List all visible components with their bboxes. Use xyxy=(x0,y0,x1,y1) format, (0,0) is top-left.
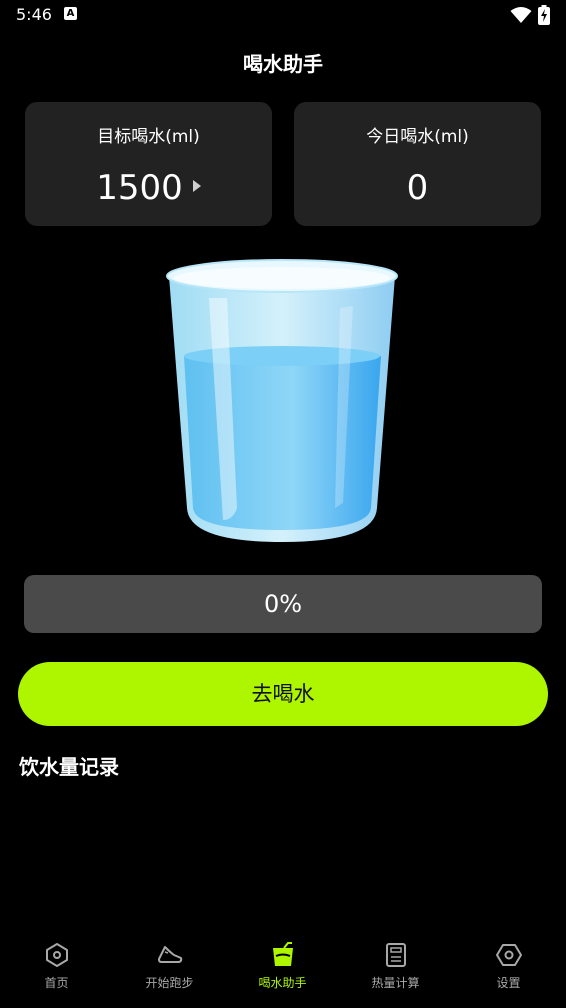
shoe-icon xyxy=(158,946,183,963)
water-glass-icon xyxy=(165,258,400,548)
status-time: 5:46 xyxy=(16,5,52,24)
nav-label-calories: 热量计算 xyxy=(371,976,420,990)
today-water-value-row: 0 xyxy=(294,166,541,210)
today-water-value: 0 xyxy=(406,168,429,208)
nav-item-calories[interactable]: 热量计算 xyxy=(339,930,452,1008)
a-icon: A xyxy=(64,7,77,20)
nav-label-run: 开始跑步 xyxy=(145,976,194,990)
cup-icon xyxy=(273,942,293,966)
drink-water-button[interactable]: 去喝水 xyxy=(18,662,548,726)
today-water-label: 今日喝水(ml) xyxy=(366,127,469,147)
today-water-card: 今日喝水(ml) 0 xyxy=(294,102,541,226)
calculator-icon xyxy=(386,943,406,967)
progress-bar: 0% xyxy=(24,575,542,633)
battery-charging-icon xyxy=(538,5,550,25)
nav-label-settings: 设置 xyxy=(496,976,521,990)
nav-item-settings[interactable]: 设置 xyxy=(452,930,565,1008)
nav-item-water[interactable]: 喝水助手 xyxy=(226,930,339,1008)
progress-label: 0% xyxy=(263,590,303,618)
page-title: 喝水助手 xyxy=(243,52,323,76)
bottom-nav: 首页 开始跑步 喝水助手 热量计算 设置 xyxy=(0,930,566,1008)
nav-label-home: 首页 xyxy=(44,976,69,990)
home-icon xyxy=(46,943,68,967)
records-title: 饮水量记录 xyxy=(19,755,119,779)
nav-item-run[interactable]: 开始跑步 xyxy=(113,930,226,1008)
wifi-icon xyxy=(510,7,532,23)
status-bar: 5:46 A xyxy=(0,0,566,30)
settings-icon xyxy=(496,944,522,966)
nav-label-water: 喝水助手 xyxy=(258,976,307,990)
play-arrow-icon xyxy=(192,179,201,192)
target-water-label: 目标喝水(ml) xyxy=(97,127,200,147)
target-water-value-row[interactable]: 1500 xyxy=(25,166,272,210)
target-water-value: 1500 xyxy=(96,168,183,208)
nav-item-home[interactable]: 首页 xyxy=(0,930,113,1008)
target-water-card[interactable]: 目标喝水(ml) 1500 xyxy=(25,102,272,226)
